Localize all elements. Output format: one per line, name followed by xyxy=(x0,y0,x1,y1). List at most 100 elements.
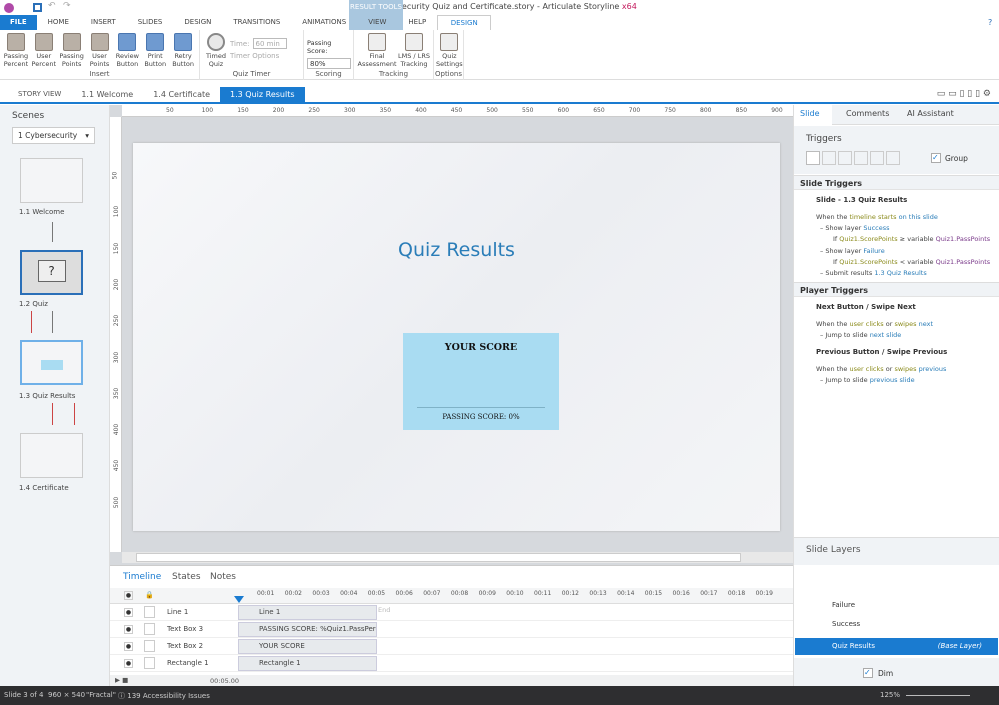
score-rectangle[interactable]: YOUR SCORE PASSING SCORE: 0% xyxy=(403,333,559,430)
slide-thumb-quiz[interactable]: ? xyxy=(20,250,83,295)
slide-title[interactable]: Quiz Results xyxy=(133,239,780,261)
lock-toggle[interactable] xyxy=(144,657,155,669)
timeline-row[interactable]: ● Rectangle 1 Rectangle 1 xyxy=(110,655,793,672)
tab-slide[interactable]: Slide xyxy=(800,109,820,118)
timer-options-dropdown[interactable]: Timer Options xyxy=(230,52,287,60)
slide-label: 1.2 Quiz xyxy=(19,300,48,308)
divider-line[interactable] xyxy=(417,407,545,408)
copy-trigger-icon[interactable] xyxy=(838,151,852,165)
condition[interactable]: If Quiz1.ScorePoints ≥ variable Quiz1.Pa… xyxy=(833,235,990,243)
slide-thumb-welcome[interactable] xyxy=(20,158,83,203)
ruler-tick: 250 xyxy=(113,314,121,327)
next-trigger-group[interactable]: Next Button / Swipe Next xyxy=(816,303,916,311)
paste-trigger-icon[interactable] xyxy=(854,151,868,165)
tab-file[interactable]: FILE xyxy=(0,15,37,30)
slide-trigger-group[interactable]: Slide - 1.3 Quiz Results xyxy=(816,196,907,204)
new-trigger-icon[interactable] xyxy=(806,151,820,165)
delete-trigger-icon[interactable] xyxy=(870,151,884,165)
timeline-bar[interactable]: PASSING SCORE: %Quiz1.PassPerc... xyxy=(238,622,377,637)
timeline-bar[interactable]: YOUR SCORE xyxy=(238,639,377,654)
trigger-show-failure[interactable]: – Show layer Failure xyxy=(820,247,885,255)
edit-trigger-icon[interactable] xyxy=(822,151,836,165)
status-bar: Slide 3 of 4 960 × 540 "Fractal" ⓘ 139 A… xyxy=(0,686,999,705)
slide-thumb-quiz-results[interactable] xyxy=(20,340,83,385)
layer-failure[interactable]: Failure xyxy=(795,597,998,614)
trigger-jump-next[interactable]: – Jump to slide next slide xyxy=(820,331,901,339)
tab-welcome[interactable]: 1.1 Welcome xyxy=(71,87,143,102)
dim-checkbox[interactable]: ✓ xyxy=(863,668,873,678)
your-score-text[interactable]: YOUR SCORE xyxy=(403,342,559,353)
lock-toggle[interactable] xyxy=(144,640,155,652)
timeline-row[interactable]: ● Text Box 3 PASSING SCORE: %Quiz1.PassPer… xyxy=(110,621,793,638)
eye-icon[interactable]: ● xyxy=(124,591,133,600)
timeline-bar[interactable]: Rectangle 1 xyxy=(238,656,377,671)
tab-help[interactable]: HELP xyxy=(397,15,437,30)
playhead[interactable] xyxy=(234,596,244,603)
scene-value: 1 Cybersecurity xyxy=(18,131,78,140)
layer-success[interactable]: Success xyxy=(795,616,998,633)
tab-ai-assistant[interactable]: AI Assistant xyxy=(907,109,954,118)
tab-animations[interactable]: ANIMATIONS xyxy=(291,15,357,30)
move-trigger-icon[interactable] xyxy=(886,151,900,165)
trigger-submit[interactable]: – Submit results 1.3 Quiz Results xyxy=(820,269,927,277)
eye-icon[interactable]: ● xyxy=(124,608,133,617)
slide-thumb-certificate[interactable] xyxy=(20,433,83,478)
eye-icon[interactable]: ● xyxy=(124,642,133,651)
ruler-tick: 250 xyxy=(308,107,320,114)
trigger-jump-prev[interactable]: – Jump to slide previous slide xyxy=(820,376,915,384)
device-preview-icons[interactable]: ▭ ▭ ▯ ▯ ▯ ⚙ xyxy=(937,87,991,102)
tab-insert[interactable]: INSERT xyxy=(80,15,127,30)
passing-score-input[interactable]: 80% xyxy=(307,58,351,69)
timeline-bar[interactable]: Line 1 xyxy=(238,605,377,620)
tab-result-design[interactable]: DESIGN xyxy=(437,15,492,30)
lock-toggle[interactable] xyxy=(144,623,155,635)
time-tick: 00:13 xyxy=(589,590,607,597)
group-checkbox[interactable]: ✓ xyxy=(931,153,941,163)
timeline-header: ● 🔒 00:01 00:02 00:03 00:04 00:05 00:06 00:07 0… xyxy=(110,588,793,604)
trigger-when[interactable]: When the user clicks or swipes previous xyxy=(816,365,946,373)
tab-slides[interactable]: SLIDES xyxy=(127,15,174,30)
time-tick: 00:19 xyxy=(755,590,773,597)
trigger-show-success[interactable]: – Show layer Success xyxy=(820,224,890,232)
ruler-tick: 350 xyxy=(113,387,121,400)
time-tick: 00:10 xyxy=(506,590,524,597)
label: Passing Points xyxy=(59,52,84,68)
lock-icon[interactable]: 🔒 xyxy=(145,591,154,599)
tab-comments[interactable]: Comments xyxy=(846,109,889,118)
tab-story-view[interactable]: STORY VIEW xyxy=(8,87,71,102)
horizontal-scrollbar[interactable] xyxy=(122,552,793,563)
tab-timeline[interactable]: Timeline xyxy=(123,572,161,582)
tab-design[interactable]: DESIGN xyxy=(173,15,222,30)
scene-dropdown[interactable]: 1 Cybersecurity ▾ xyxy=(12,127,95,144)
end-marker: End xyxy=(378,606,391,614)
slide[interactable]: Quiz Results YOUR SCORE PASSING SCORE: 0… xyxy=(133,143,780,531)
passing-score-text[interactable]: PASSING SCORE: 0% xyxy=(403,413,559,421)
object-name: Rectangle 1 xyxy=(167,659,209,667)
timeline-row[interactable]: ● Text Box 2 YOUR SCORE xyxy=(110,638,793,655)
slide-triggers-header: Slide Triggers xyxy=(794,175,999,190)
tab-view[interactable]: VIEW xyxy=(357,15,397,30)
trigger-when[interactable]: When the timeline starts on this slide xyxy=(816,213,938,221)
accessibility-issues[interactable]: ⓘ 139 Accessibility Issues xyxy=(118,691,210,701)
zoom-slider[interactable] xyxy=(906,695,970,696)
ruler-tick: 750 xyxy=(664,107,676,114)
tab-transitions[interactable]: TRANSITIONS xyxy=(222,15,291,30)
ruler-tick: 100 xyxy=(201,107,214,114)
tab-states[interactable]: States xyxy=(172,572,201,582)
ruler-tick: 300 xyxy=(113,351,121,363)
condition[interactable]: If Quiz1.ScorePoints < variable Quiz1.Pa… xyxy=(833,258,990,266)
tab-certificate[interactable]: 1.4 Certificate xyxy=(143,87,220,102)
eye-icon[interactable]: ● xyxy=(124,659,133,668)
layer-base[interactable]: Quiz Results (Base Layer) xyxy=(795,638,998,655)
trigger-when[interactable]: When the user clicks or swipes next xyxy=(816,320,933,328)
prev-trigger-group[interactable]: Previous Button / Swipe Previous xyxy=(816,348,947,356)
timeline-row[interactable]: ● Line 1 Line 1 xyxy=(110,604,793,621)
tab-quiz-results[interactable]: 1.3 Quiz Results xyxy=(220,87,305,102)
ruler-tick: 700 xyxy=(628,107,641,114)
eye-icon[interactable]: ● xyxy=(124,625,133,634)
lock-toggle[interactable] xyxy=(144,606,155,618)
tab-home[interactable]: HOME xyxy=(37,15,80,30)
play-icon[interactable]: ▶ ■ xyxy=(115,676,128,684)
time-input[interactable]: 60 min xyxy=(252,38,287,49)
tab-notes[interactable]: Notes xyxy=(210,572,236,582)
